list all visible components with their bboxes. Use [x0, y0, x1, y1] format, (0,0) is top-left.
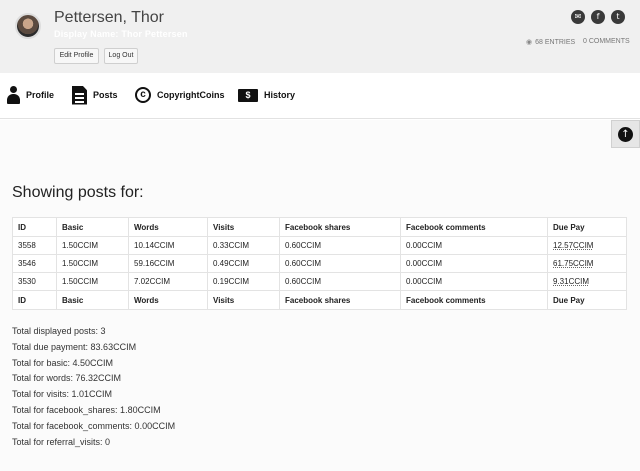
table-cell: 0.33CCIM — [207, 236, 280, 255]
column-header: Due Pay — [547, 217, 627, 237]
entries-count[interactable]: ◉ 68 ENTRIES — [526, 38, 575, 46]
entries-label: 68 ENTRIES — [535, 39, 576, 46]
table-cell: 1.50CCIM — [56, 272, 129, 291]
table-cell: 3558 — [12, 236, 57, 255]
copyright-icon: c — [135, 87, 151, 103]
total-referral-visits: Total for referral_visits: 0 — [12, 436, 111, 447]
table-cell: 0.60CCIM — [279, 272, 401, 291]
total-displayed-posts: Total displayed posts: 3 — [12, 326, 106, 336]
facebook-icon[interactable]: f — [591, 10, 605, 24]
profile-tabs: Profile Posts c CopyrightCoins History — [0, 73, 640, 119]
mail-icon[interactable]: ✉ — [571, 10, 585, 24]
display-name: Display Name: Thor Pettersen — [54, 29, 188, 39]
column-header: Facebook comments — [400, 217, 548, 237]
profile-header: Pettersen, Thor Display Name: Thor Pette… — [0, 0, 640, 73]
column-footer: ID — [12, 290, 57, 310]
tab-posts[interactable]: Posts — [72, 85, 118, 105]
avatar[interactable] — [15, 13, 41, 39]
table-cell: 10.14CCIM — [128, 236, 208, 255]
money-icon — [238, 88, 258, 102]
total-due-payment: Total due payment: 83.63CCIM — [12, 341, 137, 352]
table-cell: 0.60CCIM — [279, 254, 401, 273]
column-header: Visits — [207, 217, 280, 237]
table-row: 3530 1.50CCIM 7.02CCIM 0.19CCIM 0.60CCIM… — [12, 272, 627, 291]
tab-posts-label: Posts — [93, 90, 118, 100]
log-out-button[interactable]: Log Out — [104, 48, 138, 64]
table-cell: 1.50CCIM — [56, 254, 129, 273]
column-footer: Facebook shares — [279, 290, 401, 310]
table-cell: 0.00CCIM — [400, 254, 548, 273]
totals-summary: Total displayed posts: 3 Total due payme… — [12, 324, 175, 450]
arrow-up-icon: ↑ — [618, 127, 633, 142]
total-visits: Total for visits: 1.01CCIM — [12, 389, 113, 400]
column-header: Basic — [56, 217, 129, 237]
edit-profile-button[interactable]: Edit Profile — [54, 48, 99, 64]
table-cell: 1.50CCIM — [56, 236, 129, 255]
column-header: Facebook shares — [279, 217, 401, 237]
table-footer-row: ID Basic Words Visits Facebook shares Fa… — [12, 290, 627, 310]
scroll-to-top-button[interactable]: ↑ — [611, 120, 640, 148]
column-header: ID — [12, 217, 57, 237]
posts-table: ID Basic Words Visits Facebook shares Fa… — [12, 217, 627, 310]
table-cell: 3546 — [12, 254, 57, 273]
due-pay-cell: 61.75CCIM — [547, 254, 627, 273]
user-name: Pettersen, Thor — [54, 9, 164, 26]
table-cell: 7.02CCIM — [128, 272, 208, 291]
twitter-icon[interactable]: t — [611, 10, 625, 24]
due-pay-cell: 12.57CCIM — [547, 236, 627, 255]
table-cell: 0.00CCIM — [400, 236, 548, 255]
page-title: Showing posts for: — [12, 184, 144, 201]
document-icon — [72, 85, 87, 105]
column-header: Words — [128, 217, 208, 237]
column-footer: Basic — [56, 290, 129, 310]
table-cell: 0.60CCIM — [279, 236, 401, 255]
table-cell: 59.16CCIM — [128, 254, 208, 273]
table-cell: 0.19CCIM — [207, 272, 280, 291]
due-pay-cell: 9.31CCIM — [547, 272, 627, 291]
column-footer: Words — [128, 290, 208, 310]
total-basic: Total for basic: 4.50CCIM — [12, 357, 114, 368]
tab-history-label: History — [264, 90, 296, 100]
tab-history[interactable]: History — [238, 85, 295, 105]
table-row: 3546 1.50CCIM 59.16CCIM 0.49CCIM 0.60CCI… — [12, 254, 627, 273]
total-facebook-shares: Total for facebook_shares: 1.80CCIM — [12, 404, 161, 415]
total-words: Total for words: 76.32CCIM — [12, 373, 122, 384]
table-cell: 0.00CCIM — [400, 272, 548, 291]
table-cell: 0.49CCIM — [207, 254, 280, 273]
tab-copyrightcoins-label: CopyrightCoins — [157, 90, 225, 100]
tab-profile-label: Profile — [26, 90, 55, 100]
rss-icon: ◉ — [526, 39, 533, 46]
table-cell: 3530 — [12, 272, 57, 291]
tab-copyrightcoins[interactable]: c CopyrightCoins — [135, 85, 225, 105]
column-footer: Facebook comments — [400, 290, 548, 310]
table-header-row: ID Basic Words Visits Facebook shares Fa… — [12, 217, 627, 237]
tab-profile[interactable]: Profile — [6, 85, 54, 105]
total-facebook-comments: Total for facebook_comments: 0.00CCIM — [12, 420, 176, 431]
table-row: 3558 1.50CCIM 10.14CCIM 0.33CCIM 0.60CCI… — [12, 236, 627, 255]
person-icon — [6, 86, 20, 104]
column-footer: Due Pay — [547, 290, 627, 310]
column-footer: Visits — [207, 290, 280, 310]
comments-count[interactable]: 0 COMMENTS — [583, 38, 630, 45]
